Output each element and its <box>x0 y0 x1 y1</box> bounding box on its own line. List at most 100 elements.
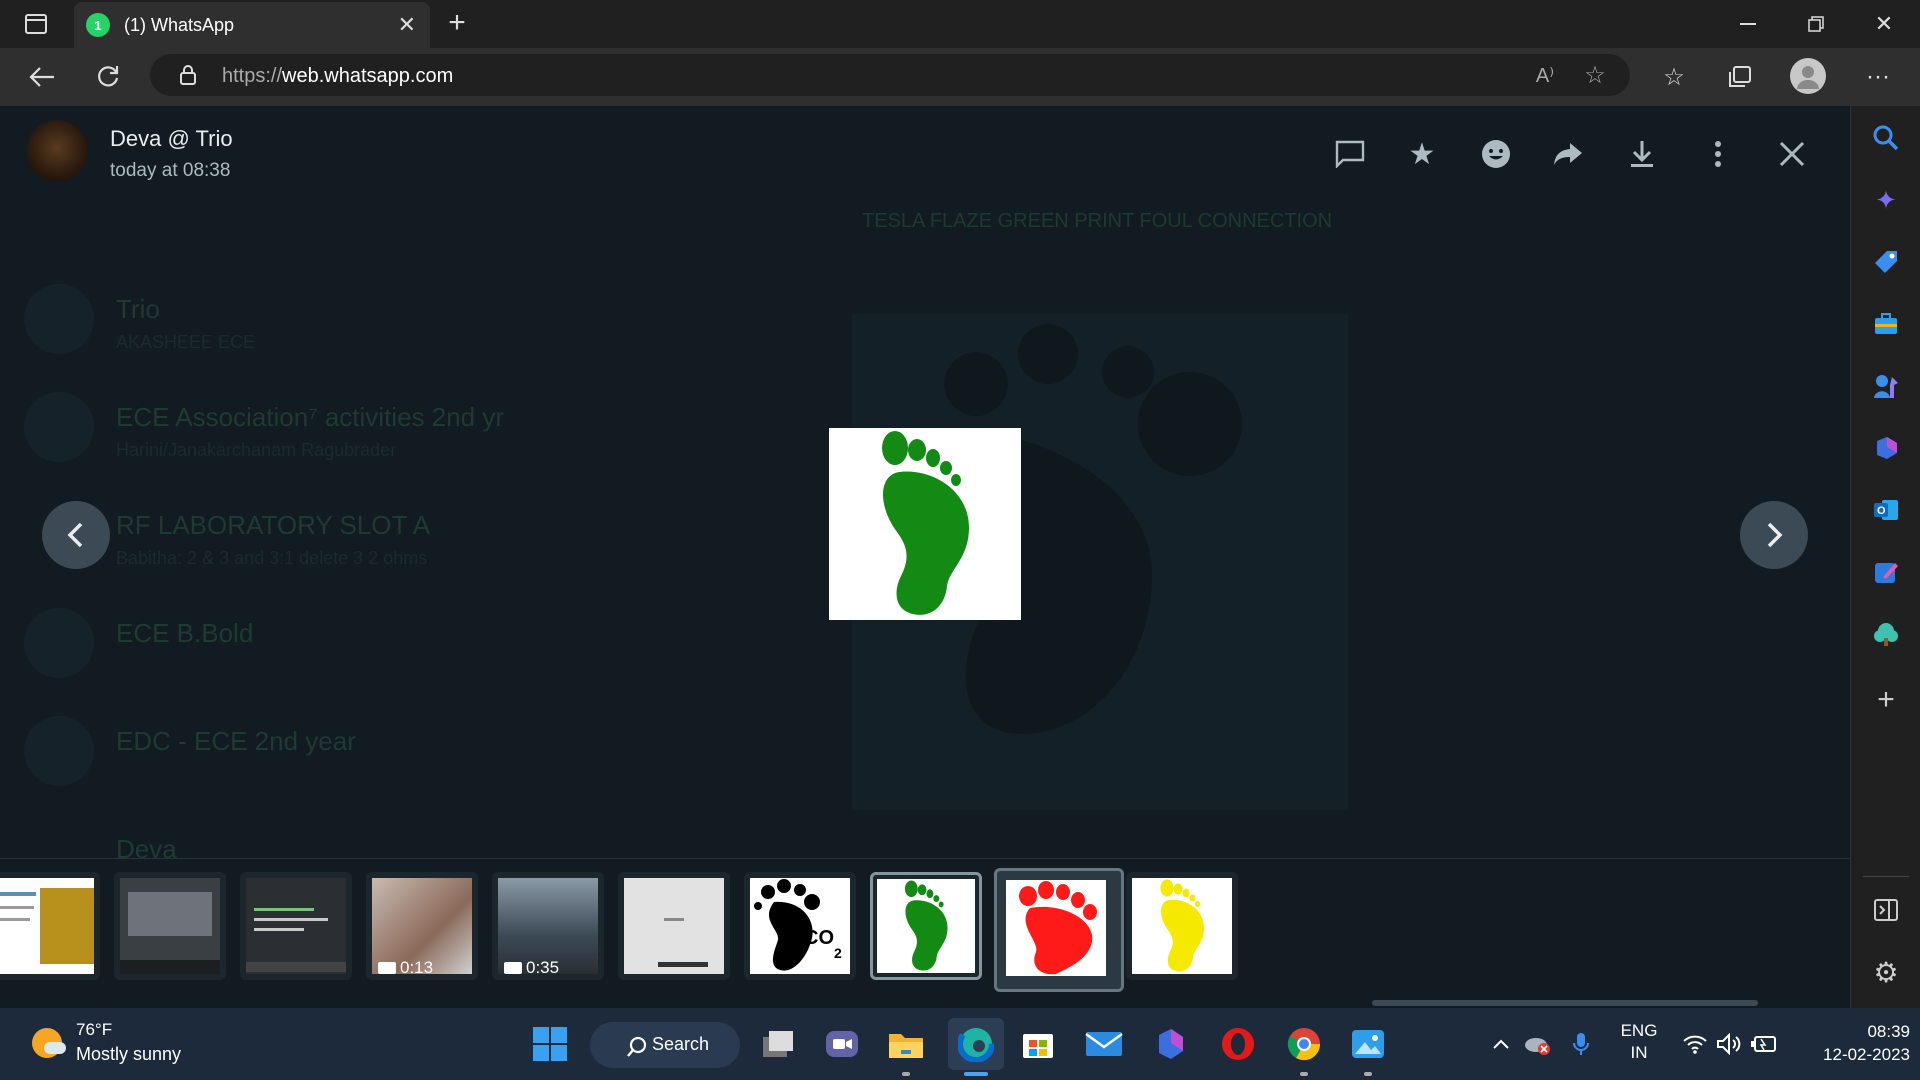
tab-whatsapp[interactable]: 1 (1) WhatsApp ✕ <box>74 2 430 48</box>
bg-chat-title: ECE B.Bold <box>116 618 254 648</box>
minimize-icon[interactable] <box>1730 10 1766 38</box>
more-options-icon[interactable]: ··· <box>1860 60 1896 94</box>
microsoft-365-icon[interactable] <box>1867 430 1905 466</box>
teams-chat-icon[interactable] <box>820 1022 864 1066</box>
mail-icon[interactable] <box>1082 1022 1126 1066</box>
microsoft-365-icon[interactable] <box>1148 1022 1192 1066</box>
url-text: https://web.whatsapp.com <box>222 65 454 87</box>
tab-actions-icon[interactable] <box>20 10 52 38</box>
hide-sidebar-icon[interactable] <box>1867 892 1905 928</box>
file-explorer-icon[interactable] <box>884 1022 928 1066</box>
designer-icon[interactable] <box>1867 554 1905 590</box>
search-icon <box>627 1036 647 1057</box>
bg-banner: TESLA FLAZE GREEN PRINT FOUL CONNECTION <box>862 210 1333 232</box>
forward-icon[interactable] <box>1548 134 1588 174</box>
task-view-icon[interactable] <box>756 1022 800 1066</box>
language-indicator[interactable]: ENG IN <box>1614 1020 1664 1066</box>
thumbnail-strip-divider <box>0 858 1850 859</box>
svg-text:CO: CO <box>804 927 834 949</box>
thumbnail-item[interactable] <box>1126 872 1238 980</box>
cloud-icon <box>44 1042 66 1054</box>
add-favorite-icon[interactable]: ☆ <box>1580 62 1610 89</box>
shopping-tag-icon[interactable] <box>1867 244 1905 280</box>
thumbnail-video[interactable]: 0:35 <box>492 872 604 980</box>
running-app-indicator <box>1364 1072 1372 1076</box>
thumbnail-item[interactable] <box>870 872 982 980</box>
games-icon[interactable] <box>1867 368 1905 404</box>
search-icon[interactable] <box>1867 120 1905 156</box>
chrome-browser-icon[interactable] <box>1282 1022 1326 1066</box>
star-icon[interactable]: ★ <box>1402 134 1442 174</box>
taskbar-search-box[interactable]: Search <box>590 1022 740 1068</box>
thumbnail-item[interactable] <box>618 872 730 980</box>
opera-browser-icon[interactable] <box>1216 1022 1260 1066</box>
thumbnail-item[interactable]: CO 2 <box>744 872 856 980</box>
close-viewer-icon[interactable] <box>1772 134 1812 174</box>
media-viewer: Trio AKASHEEE ECE ECE Association⁷ activ… <box>0 106 1850 1008</box>
refresh-icon[interactable] <box>90 60 126 94</box>
back-icon[interactable] <box>24 60 60 94</box>
microphone-icon[interactable] <box>1568 1030 1594 1058</box>
weather-temp: 76°F <box>76 1020 113 1039</box>
bg-chat-title: Trio <box>116 294 160 324</box>
new-tab-icon[interactable]: + <box>442 6 472 39</box>
sender-avatar[interactable] <box>26 120 88 182</box>
menu-dots-icon[interactable] <box>1698 134 1738 174</box>
microsoft-store-icon[interactable] <box>1016 1022 1060 1066</box>
address-bar[interactable]: https://web.whatsapp.com A⁾ ☆ <box>150 54 1630 96</box>
lock-icon[interactable] <box>176 63 200 87</box>
thumbnail-item[interactable] <box>0 872 100 980</box>
favorites-icon[interactable]: ☆ <box>1656 60 1692 94</box>
thumbnail-video[interactable]: 0:13 <box>366 872 478 980</box>
outlook-icon[interactable]: O <box>1867 492 1905 528</box>
bg-chat-title: Deva <box>116 834 177 864</box>
tab-close-icon[interactable]: ✕ <box>398 12 416 38</box>
active-app-indicator <box>964 1072 988 1076</box>
close-window-icon[interactable]: ✕ <box>1866 10 1902 38</box>
onedrive-error-icon[interactable] <box>1522 1030 1552 1058</box>
browser-titlebar: 1 (1) WhatsApp ✕ + ✕ <box>0 0 1920 48</box>
video-camera-icon <box>504 962 522 974</box>
bg-chat-subtitle: Harini/Janakarchanam Ragubrader <box>116 440 397 460</box>
wifi-icon[interactable] <box>1680 1030 1710 1058</box>
previous-media-button[interactable] <box>42 501 110 569</box>
clock-time: 08:39 <box>1867 1022 1910 1041</box>
read-aloud-icon[interactable]: A⁾ <box>1530 62 1560 88</box>
add-sidebar-app-icon[interactable]: + <box>1867 682 1905 718</box>
photos-app-icon[interactable] <box>1346 1022 1390 1066</box>
whatsapp-favicon-icon: 1 <box>86 13 110 37</box>
red-footprint-icon <box>1019 881 1097 975</box>
thumbnail-item-selected[interactable] <box>994 868 1124 992</box>
tools-briefcase-icon[interactable] <box>1867 306 1905 342</box>
settings-gear-icon[interactable]: ⚙ <box>1867 954 1905 990</box>
language-code: ENG <box>1620 1021 1658 1040</box>
main-image <box>829 428 1021 620</box>
weather-widget[interactable]: 76°F Mostly sunny <box>26 1018 206 1070</box>
bg-chat-title: ECE Association⁷ activities 2nd yr <box>116 402 505 432</box>
download-icon[interactable] <box>1622 134 1662 174</box>
bg-chat-subtitle: Babitha: 2 & 3 and 3:1 delete 3 2 ohms <box>116 548 428 568</box>
horizontal-scrollbar[interactable] <box>1372 1000 1758 1006</box>
copilot-sparkle-icon[interactable]: ✦ <box>1867 182 1905 218</box>
tree-icon[interactable] <box>1867 616 1905 652</box>
reply-icon[interactable] <box>1330 134 1370 174</box>
green-footprint-icon <box>882 431 969 615</box>
bg-chat-title: RF LABORATORY SLOT A <box>116 510 431 540</box>
thumbnail-item[interactable] <box>114 872 226 980</box>
clock-date: 12-02-2023 <box>1823 1045 1910 1064</box>
yellow-footprint-icon <box>1160 879 1204 972</box>
running-app-indicator <box>902 1072 910 1076</box>
thumbnail-item[interactable] <box>240 872 352 980</box>
start-windows-icon[interactable] <box>528 1022 572 1066</box>
react-emoji-icon[interactable] <box>1476 134 1516 174</box>
chevron-up-icon[interactable] <box>1488 1030 1514 1058</box>
edge-browser-icon[interactable] <box>948 1018 1004 1070</box>
restore-icon[interactable] <box>1798 10 1834 38</box>
volume-icon[interactable] <box>1714 1030 1744 1058</box>
collections-icon[interactable] <box>1722 60 1758 94</box>
profile-avatar[interactable] <box>1790 58 1826 94</box>
sender-name[interactable]: Deva @ Trio <box>110 126 233 152</box>
battery-icon[interactable] <box>1748 1030 1778 1058</box>
clock[interactable]: 08:39 12-02-2023 <box>1794 1020 1910 1066</box>
next-media-button[interactable] <box>1740 501 1808 569</box>
